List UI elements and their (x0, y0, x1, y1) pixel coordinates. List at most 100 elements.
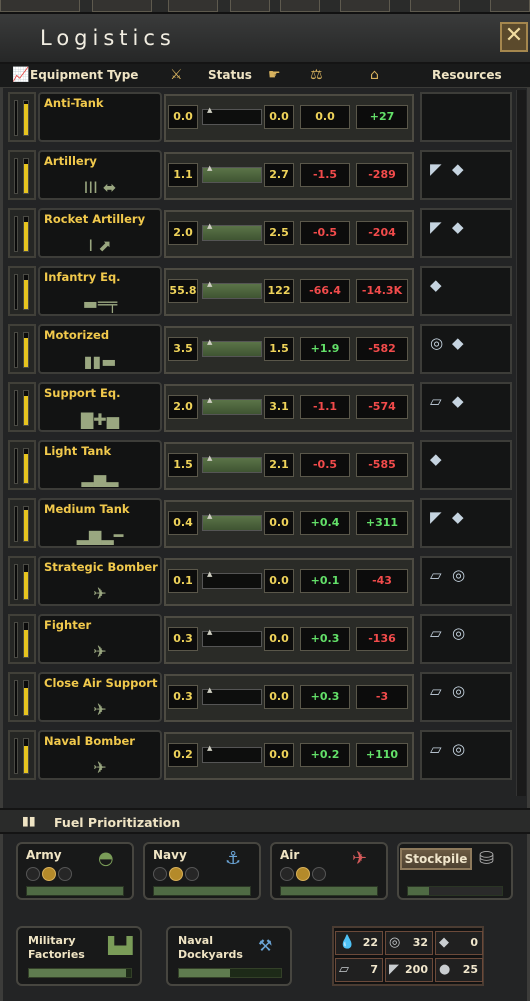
rubber-icon: ◎ (452, 740, 466, 758)
equipment-row[interactable]: Medium Tank ▂▆▂━ 0.4 ▲ 0.0 +0.4 +311 ◤ ◆ (6, 496, 514, 552)
chromium-resource[interactable]: ● 25 (435, 958, 483, 982)
resources-header[interactable]: Resources (432, 68, 502, 82)
slider-knob[interactable]: ▲ (207, 338, 212, 346)
oil-resource[interactable]: 💧 22 (335, 931, 383, 955)
slider-knob[interactable]: ▲ (207, 512, 212, 520)
tungsten-resource[interactable]: ◆ 0 (435, 931, 483, 955)
supply-slider[interactable]: ▲ (202, 222, 262, 241)
equipment-image-icon: III ⬌ (83, 178, 117, 197)
equipment-row[interactable]: Fighter ✈ 0.3 ▲ 0.0 +0.3 -136 ▱ ◎ (6, 612, 514, 668)
aluminium-icon: ▱ (430, 392, 442, 410)
close-button[interactable]: ✕ (500, 22, 528, 52)
equipment-card[interactable]: Naval Bomber ✈ (38, 730, 162, 780)
equipment-row[interactable]: Infantry Eq. ▬═╤ 55.8 ▲ 122 -66.4 -14.3K ◆ (6, 264, 514, 320)
stockpile-value: -585 (356, 453, 408, 477)
slider-knob[interactable]: ▲ (207, 628, 212, 636)
equipment-status-bar: 1.5 ▲ 2.1 -0.5 -585 (164, 442, 414, 490)
stockpile-value: -582 (356, 337, 408, 361)
equipment-row[interactable]: Anti-Tank 0.0 ▲ 0.0 0.0 +27 (6, 90, 514, 146)
top-tab[interactable] (0, 0, 80, 12)
steel-resource[interactable]: ◤ 200 (385, 958, 433, 982)
slider-knob[interactable]: ▲ (207, 744, 212, 752)
equipment-card[interactable]: Strategic Bomber ✈ (38, 556, 162, 606)
navy-priority-dots[interactable] (153, 866, 201, 885)
supply-slider[interactable]: ▲ (202, 454, 262, 473)
equipment-name: Infantry Eq. (44, 270, 121, 284)
equipment-row[interactable]: Rocket Artillery I ⬈ 2.0 ▲ 2.5 -0.5 -204 ◤ ◆ (6, 206, 514, 262)
equipment-row[interactable]: Naval Bomber ✈ 0.2 ▲ 0.0 +0.2 +110 ▱ ◎ (6, 728, 514, 784)
supply-slider[interactable]: ▲ (202, 280, 262, 299)
equipment-row[interactable]: Light Tank ▂▅▂ 1.5 ▲ 2.1 -0.5 -585 ◆ (6, 438, 514, 494)
military-factories-box[interactable]: Military Factories ▙▟ (16, 926, 142, 986)
top-tab[interactable] (410, 0, 460, 12)
balance-value: -66.4 (300, 279, 350, 303)
aluminium-resource[interactable]: ▱ 7 (335, 958, 383, 982)
tungsten-icon: ◆ (439, 935, 449, 950)
army-fuel-box[interactable]: Army ◓ (16, 842, 134, 900)
equipment-card[interactable]: Light Tank ▂▅▂ (38, 440, 162, 490)
required-value: 2.1 (264, 453, 294, 477)
supply-slider[interactable]: ▲ (202, 628, 262, 647)
top-tab[interactable] (168, 0, 218, 12)
balance-value: -1.5 (300, 163, 350, 187)
army-priority-dots[interactable] (26, 866, 74, 885)
equipment-card[interactable]: Close Air Support ✈ (38, 672, 162, 722)
supply-slider[interactable]: ▲ (202, 512, 262, 531)
equipment-card[interactable]: Fighter ✈ (38, 614, 162, 664)
equipment-card[interactable]: Artillery III ⬌ (38, 150, 162, 200)
equipment-card[interactable]: Medium Tank ▂▆▂━ (38, 498, 162, 548)
supply-slider[interactable]: ▲ (202, 570, 262, 589)
equipment-name: Artillery (44, 154, 97, 168)
supply-slider[interactable]: ▲ (202, 164, 262, 183)
slider-knob[interactable]: ▲ (207, 570, 212, 578)
production-value: 0.3 (168, 627, 198, 651)
slider-knob[interactable]: ▲ (207, 454, 212, 462)
equipment-row[interactable]: Motorized ▮▮▬ 3.5 ▲ 1.5 +1.9 -582 ◎ ◆ (6, 322, 514, 378)
equipment-row[interactable]: Close Air Support ✈ 0.3 ▲ 0.0 +0.3 -3 ▱ ◎ (6, 670, 514, 726)
equipment-card[interactable]: Infantry Eq. ▬═╤ (38, 266, 162, 316)
equipment-card[interactable]: Motorized ▮▮▬ (38, 324, 162, 374)
slider-knob[interactable]: ▲ (207, 222, 212, 230)
stockpile-value: +110 (356, 743, 408, 767)
equipment-row[interactable]: Artillery III ⬌ 1.1 ▲ 2.7 -1.5 -289 ◤ ◆ (6, 148, 514, 204)
balance-value: +0.3 (300, 627, 350, 651)
equipment-card[interactable]: Rocket Artillery I ⬈ (38, 208, 162, 258)
supply-slider[interactable]: ▲ (202, 106, 262, 125)
navy-fuel-box[interactable]: Navy ⚓ (143, 842, 261, 900)
status-header[interactable]: Status (208, 68, 252, 82)
stock-level-gauge (8, 614, 36, 664)
slider-knob[interactable]: ▲ (207, 396, 212, 404)
equipment-row[interactable]: Strategic Bomber ✈ 0.1 ▲ 0.0 +0.1 -43 ▱ ◎ (6, 554, 514, 610)
slider-knob[interactable]: ▲ (207, 106, 212, 114)
top-tab[interactable] (230, 0, 270, 12)
top-tab[interactable] (340, 0, 390, 12)
naval-dockyards-label-line2: Dockyards (178, 948, 243, 961)
equipment-card[interactable]: Anti-Tank (38, 92, 162, 142)
equipment-name: Naval Bomber (44, 734, 135, 748)
top-tab[interactable] (490, 0, 530, 12)
supply-slider[interactable]: ▲ (202, 744, 262, 763)
list-scrollbar[interactable] (516, 90, 526, 796)
slider-knob[interactable]: ▲ (207, 280, 212, 288)
supply-slider[interactable]: ▲ (202, 686, 262, 705)
equipment-card[interactable]: Support Eq. ▇✚▅ (38, 382, 162, 432)
required-resources: ◤ ◆ (420, 150, 512, 200)
equipment-type-header[interactable]: Equipment Type (30, 68, 138, 82)
top-tab[interactable] (92, 0, 152, 12)
slider-knob[interactable]: ▲ (207, 686, 212, 694)
top-tab[interactable] (280, 0, 320, 12)
slider-knob[interactable]: ▲ (207, 164, 212, 172)
production-value: 0.3 (168, 685, 198, 709)
rubber-resource[interactable]: ◎ 32 (385, 931, 433, 955)
air-priority-dots[interactable] (280, 866, 328, 885)
air-fuel-box[interactable]: Air ✈ (270, 842, 388, 900)
equipment-row[interactable]: Support Eq. ▇✚▅ 2.0 ▲ 3.1 -1.1 -574 ▱ ◆ (6, 380, 514, 436)
supply-slider[interactable]: ▲ (202, 396, 262, 415)
stockpile-button[interactable]: Stockpile (400, 848, 472, 870)
balance-value: -0.5 (300, 453, 350, 477)
naval-dockyards-box[interactable]: Naval Dockyards ⚒ (166, 926, 292, 986)
supply-slider[interactable]: ▲ (202, 338, 262, 357)
equipment-image-icon: ▇✚▅ (80, 410, 119, 429)
required-resources (420, 92, 512, 142)
stockpile-fuel-bar (407, 886, 503, 896)
